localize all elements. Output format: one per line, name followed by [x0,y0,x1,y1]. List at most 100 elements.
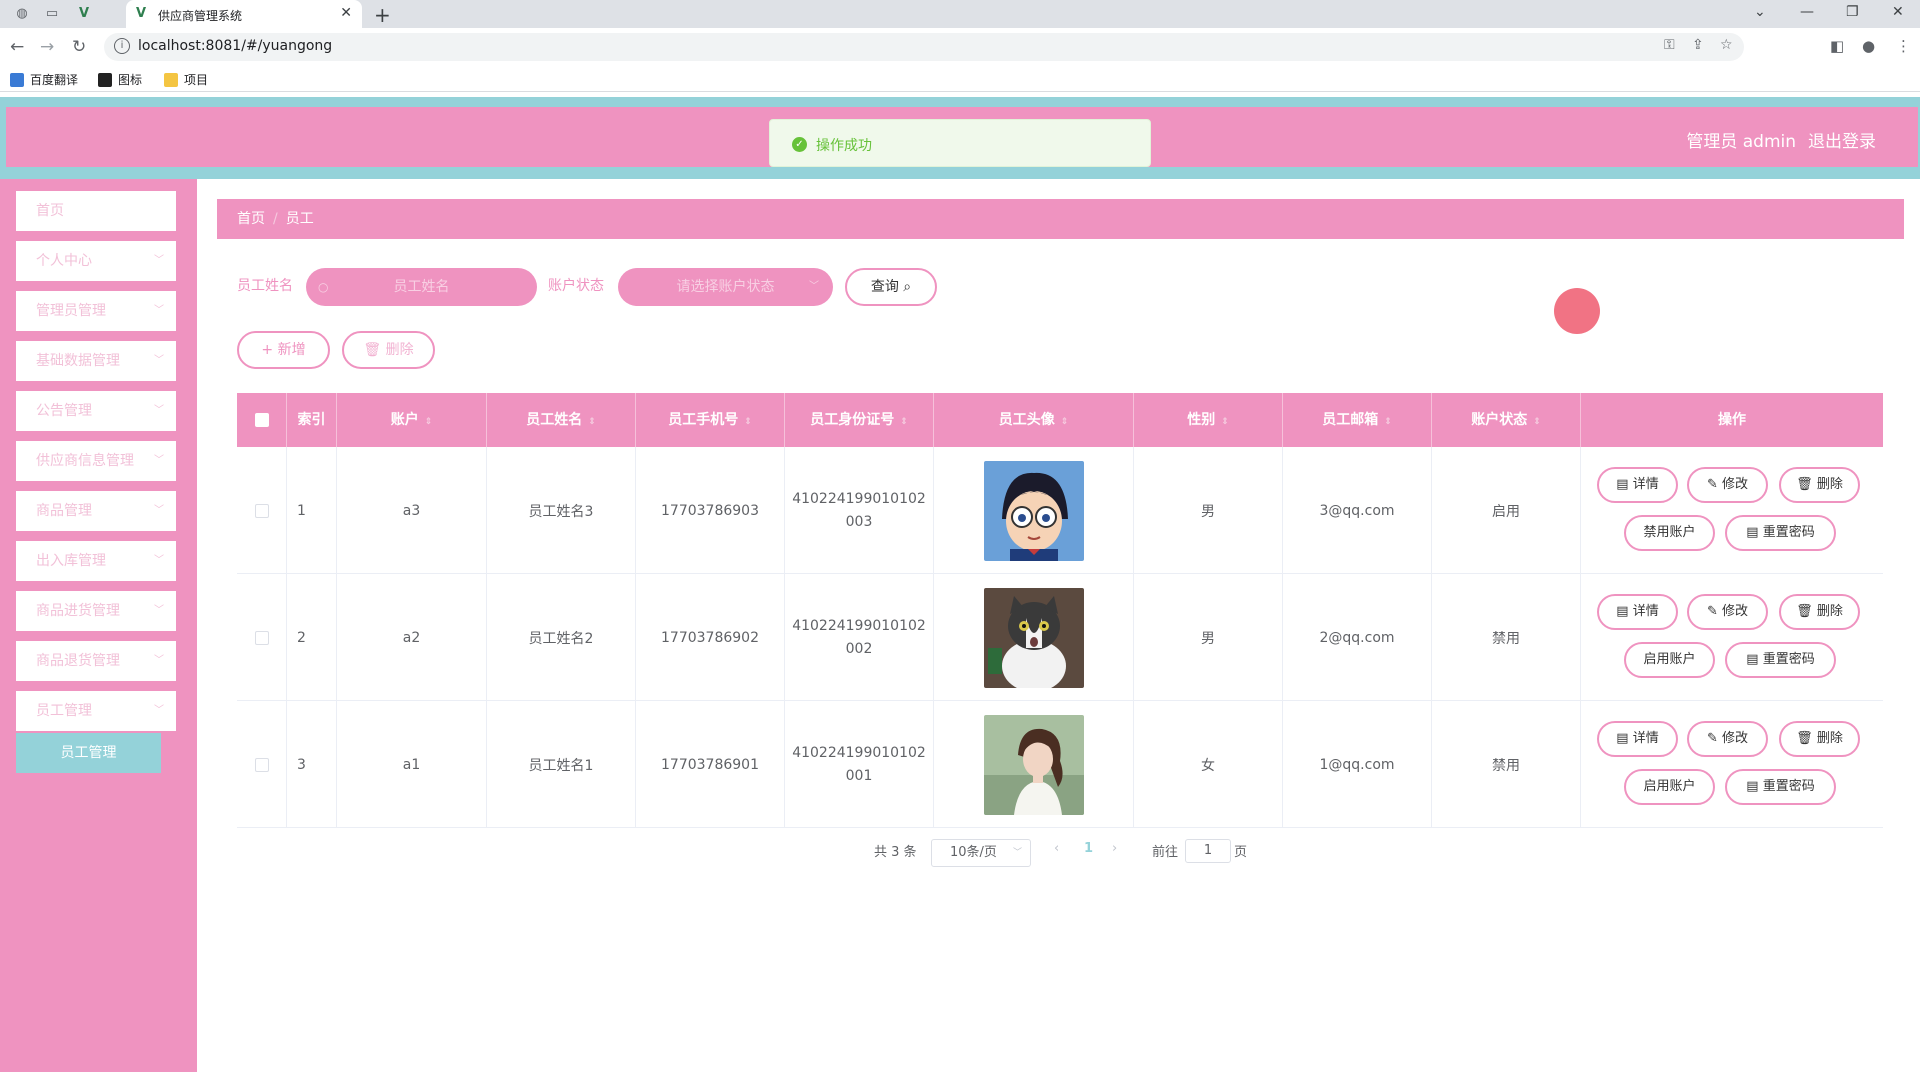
detail-button[interactable]: ▤ 详情 [1597,594,1678,630]
delete-button[interactable]: 🗑 删除 [1779,721,1860,757]
sidepanel-icon[interactable]: ◧ [1830,37,1844,55]
address-bar-row: ← → ↻ i localhost:8081/#/yuangong ☆ ⇪ ⚿ … [0,28,1920,66]
sort-icon[interactable]: ⇕ [744,417,752,427]
table-row: 2 a2 员工姓名2 17703786902 410224199010102 00… [237,574,1883,701]
goto-page-input[interactable]: 1 [1185,839,1231,863]
bookmark-baidu-translate[interactable]: 百度翻译 [10,71,78,88]
sort-icon[interactable]: ⇕ [1221,417,1229,427]
page-number-current[interactable]: 1 [1084,841,1093,856]
reload-icon[interactable]: ↻ [72,37,86,57]
sort-icon[interactable]: ⇕ [1061,417,1069,427]
sidebar-item-notice[interactable]: 公告管理 ﹀ [16,391,176,431]
col-status[interactable]: 账户状态 ⇕ [1432,393,1581,447]
delete-button[interactable]: 🗑 删除 [1779,594,1860,630]
breadcrumb-home[interactable]: 首页 [237,211,265,227]
row-checkbox[interactable] [254,503,269,518]
close-window-icon[interactable]: ✕ [1892,4,1904,20]
reset-password-button[interactable]: ▤ 重置密码 [1725,515,1836,551]
sidebar-item-staff[interactable]: 员工管理 ﹀ [16,691,176,731]
restore-icon[interactable]: ❐ [1846,4,1859,20]
cell-gender: 男 [1134,447,1283,574]
sort-icon[interactable]: ⇕ [1384,417,1392,427]
batch-delete-button[interactable]: 🗑 删除 [342,331,435,369]
bookmark-project[interactable]: 项目 [164,71,208,88]
share-icon[interactable]: ⇪ [1692,37,1704,53]
sidebar-item-goods[interactable]: 商品管理 ﹀ [16,491,176,531]
sort-icon[interactable]: ⇕ [900,417,908,427]
col-index: 索引 [287,393,337,447]
cell-name: 员工姓名3 [487,447,636,574]
bookmark-icons[interactable]: 图标 [98,71,142,88]
sidebar-item-supplier[interactable]: 供应商信息管理 ﹀ [16,441,176,481]
name-search-input[interactable]: ○ 员工姓名 [306,268,537,306]
toggle-account-button[interactable]: 启用账户 [1624,769,1715,805]
edit-button[interactable]: ✎ 修改 [1687,594,1768,630]
select-all-checkbox[interactable] [254,413,269,427]
delete-button[interactable]: 🗑 删除 [1779,467,1860,503]
status-select[interactable]: 请选择账户状态 ﹀ [618,268,833,306]
blank-tab-icon[interactable]: ▭ [44,6,60,22]
sidebar-item-admin[interactable]: 管理员管理 ﹀ [16,291,176,331]
globe-icon[interactable]: ◍ [14,6,30,22]
chevron-down-icon: ﹀ [154,555,164,566]
avatar-image[interactable] [983,460,1084,561]
edit-button[interactable]: ✎ 修改 [1687,467,1768,503]
edit-button[interactable]: ✎ 修改 [1687,721,1768,757]
col-name[interactable]: 员工姓名 ⇕ [487,393,636,447]
row-checkbox[interactable] [254,757,269,772]
avatar-image[interactable] [983,587,1084,688]
new-tab-icon[interactable]: + [374,3,391,27]
key-icon[interactable]: ⚿ [1664,37,1675,53]
col-account[interactable]: 账户 ⇕ [337,393,487,447]
row-checkbox[interactable] [254,630,269,645]
sidebar-item-basedata[interactable]: 基础数据管理 ﹀ [16,341,176,381]
detail-button[interactable]: ▤ 详情 [1597,467,1678,503]
sidebar-subitem-staff[interactable]: 员工管理 [16,733,161,773]
col-idcard[interactable]: 员工身份证号 ⇕ [785,393,934,447]
sidebar-item-home[interactable]: 首页 [16,191,176,231]
sidebar-item-return[interactable]: 商品退货管理 ﹀ [16,641,176,681]
reset-password-button[interactable]: ▤ 重置密码 [1725,769,1836,805]
page-size-select[interactable]: 10条/页 ﹀ [931,839,1031,867]
col-avatar[interactable]: 员工头像 ⇕ [934,393,1134,447]
chevron-down-icon: ﹀ [154,655,164,666]
search-icon: ○ [318,280,329,294]
col-email[interactable]: 员工邮箱 ⇕ [1283,393,1432,447]
document-icon: ▤ [1616,604,1629,619]
toggle-account-button[interactable]: 禁用账户 [1624,515,1715,551]
query-button[interactable]: 查询 ⌕ [845,268,937,306]
prev-page-icon[interactable]: ‹ [1054,841,1059,856]
next-page-icon[interactable]: › [1112,841,1117,856]
close-tab-icon[interactable]: ✕ [340,5,352,21]
address-field[interactable]: i localhost:8081/#/yuangong ☆ ⇪ ⚿ [104,33,1744,61]
reset-password-button[interactable]: ▤ 重置密码 [1725,642,1836,678]
sidebar-item-profile[interactable]: 个人中心 ﹀ [16,241,176,281]
col-phone[interactable]: 员工手机号 ⇕ [636,393,785,447]
vue-tab-icon[interactable]: V [76,6,92,22]
menu-icon[interactable]: ⋮ [1896,37,1911,55]
col-gender[interactable]: 性别 ⇕ [1134,393,1283,447]
avatar-image[interactable] [983,714,1084,815]
sidebar-item-purchase[interactable]: 商品进货管理 ﹀ [16,591,176,631]
minimize-icon[interactable]: — [1800,4,1814,20]
sort-icon[interactable]: ⇕ [1533,417,1541,427]
add-button[interactable]: + 新增 [237,331,330,369]
logout-link[interactable]: 退出登录 [1808,127,1876,152]
forward-icon[interactable]: → [40,37,54,57]
toggle-account-button[interactable]: 启用账户 [1624,642,1715,678]
bookmark-star-icon[interactable]: ☆ [1720,37,1733,53]
tab-search-icon[interactable]: ⌄ [1754,4,1766,20]
site-info-icon[interactable]: i [114,38,130,54]
select-all-cell [237,393,287,447]
cell-account: a2 [337,574,487,701]
active-tab[interactable]: V 供应商管理系统 ✕ [126,0,362,28]
cell-gender: 男 [1134,574,1283,701]
cell-name: 员工姓名2 [487,574,636,701]
breadcrumb-current: 员工 [285,211,314,227]
sidebar-item-inout[interactable]: 出入库管理 ﹀ [16,541,176,581]
sort-icon[interactable]: ⇕ [588,417,596,427]
profile-icon[interactable]: ● [1862,37,1875,55]
sort-icon[interactable]: ⇕ [425,417,433,427]
detail-button[interactable]: ▤ 详情 [1597,721,1678,757]
back-icon[interactable]: ← [10,37,24,57]
